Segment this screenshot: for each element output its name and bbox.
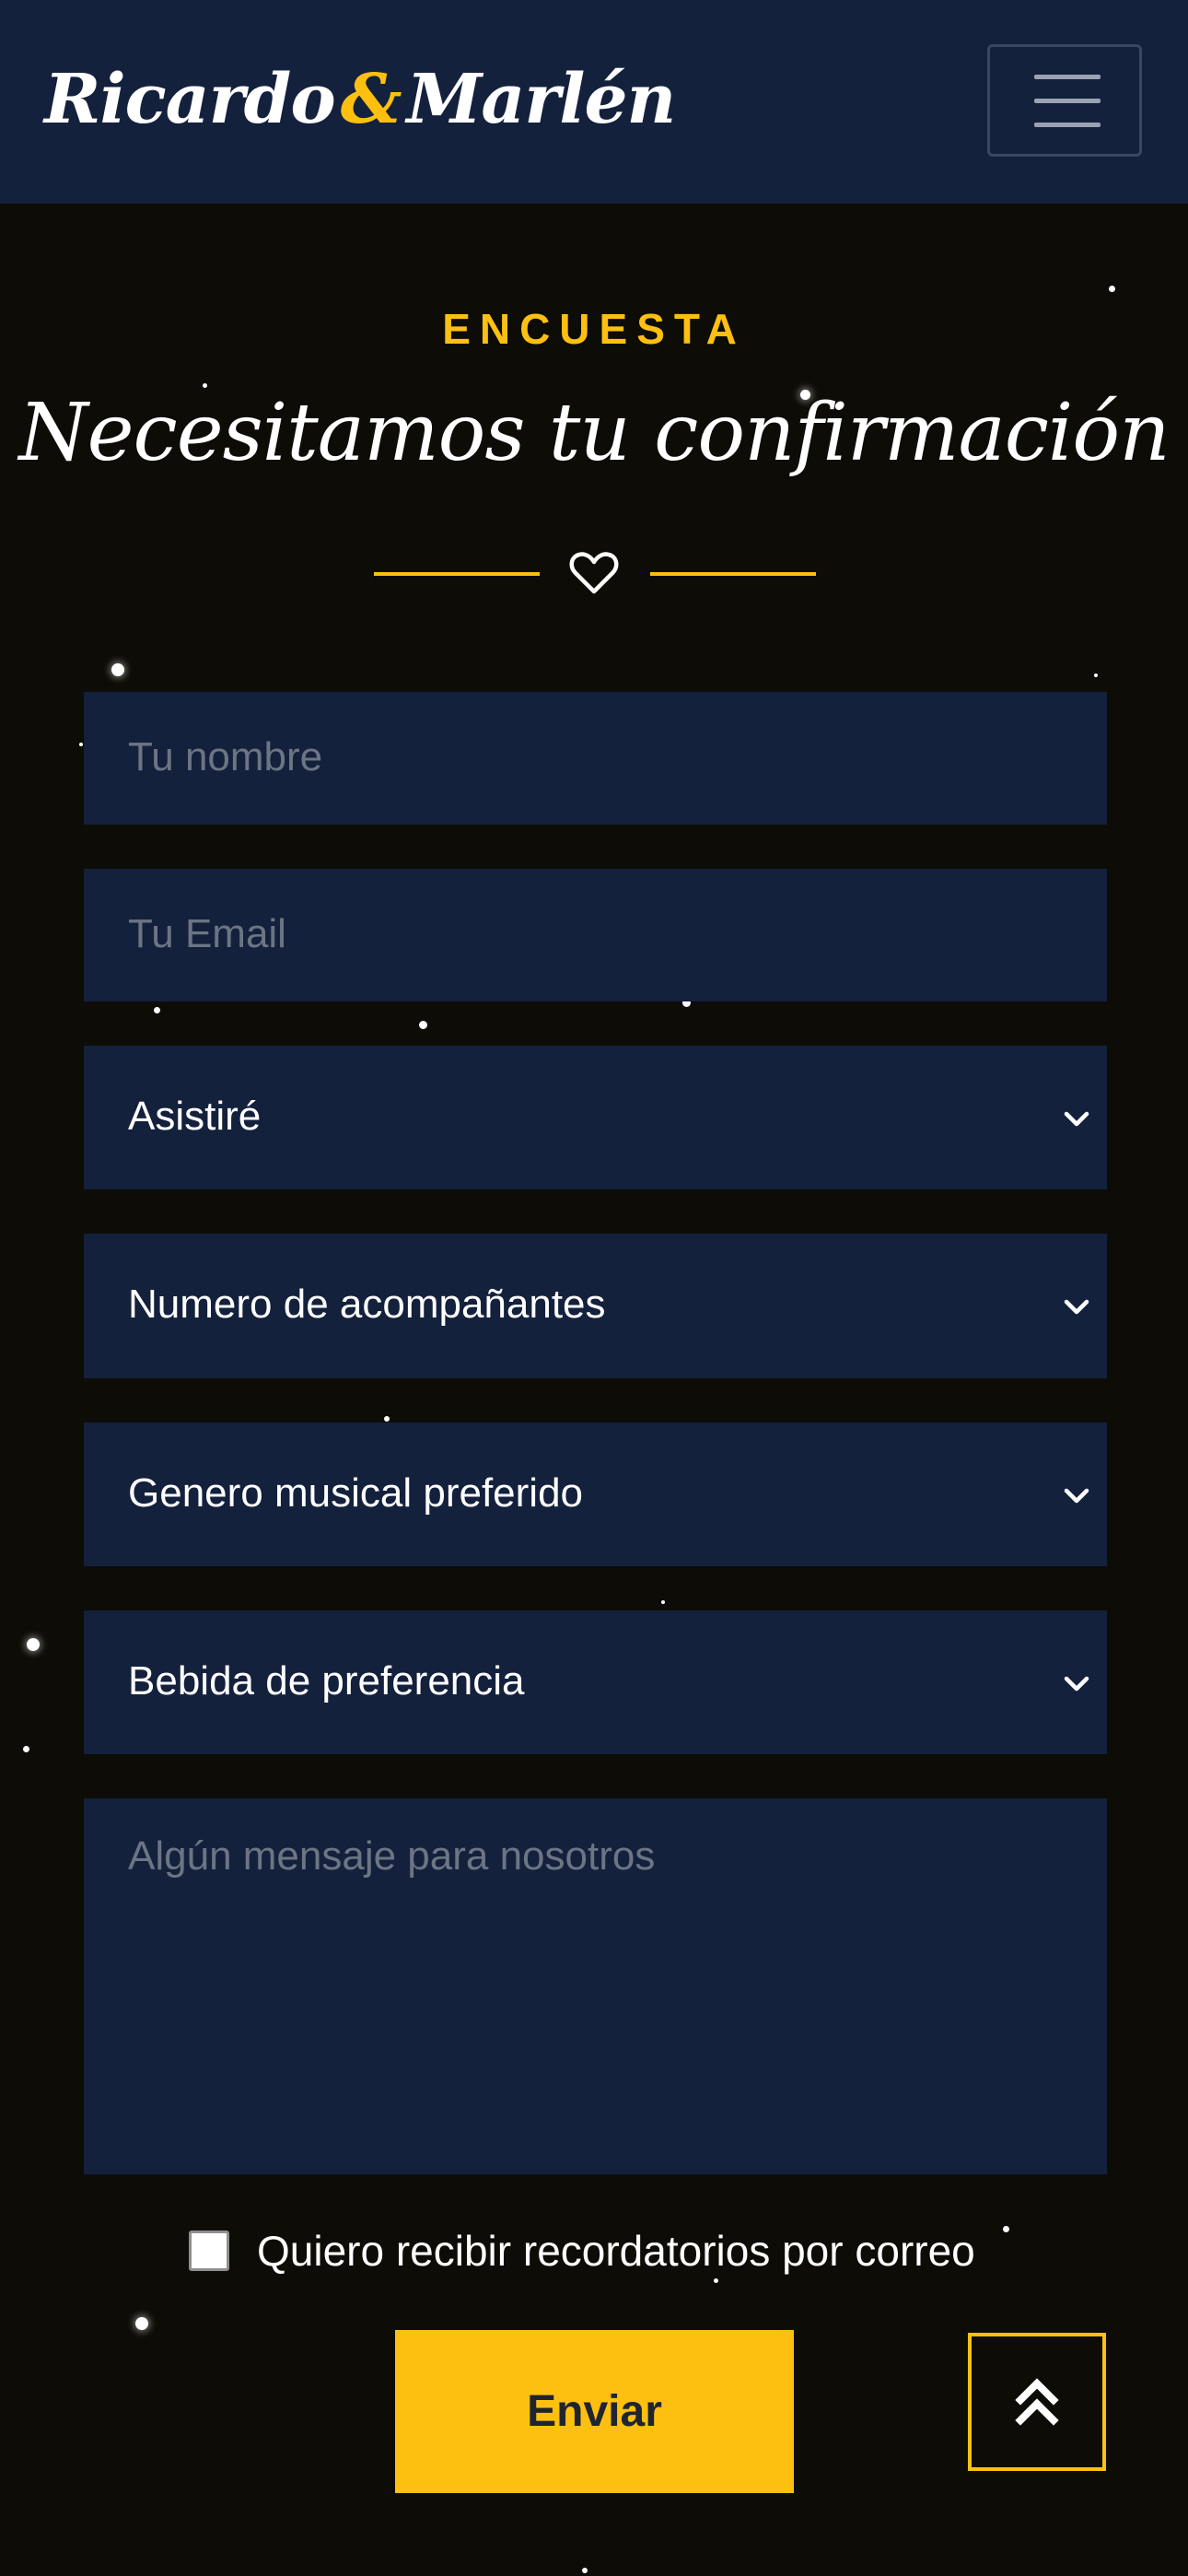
companions-select-value: Numero de acompañantes <box>128 1282 606 1327</box>
name-input[interactable]: Tu nombre <box>84 692 1107 825</box>
drink-select-value: Bebida de preferencia <box>128 1658 525 1704</box>
star-dot <box>1108 285 1115 292</box>
back-to-top-button[interactable] <box>968 2333 1106 2471</box>
chevron-down-icon <box>1064 1299 1089 1315</box>
chevron-down-icon <box>1064 1488 1089 1504</box>
brand-ampersand: & <box>340 60 402 139</box>
star-dot <box>713 2277 718 2283</box>
music-genre-select-value: Genero musical preferido <box>128 1470 584 1516</box>
brand-second-name: Marlén <box>406 60 677 139</box>
music-genre-select[interactable]: Genero musical preferido <box>84 1423 1107 1566</box>
companions-select[interactable]: Numero de acompañantes <box>84 1234 1107 1378</box>
divider-line-left <box>374 572 540 576</box>
star-dot <box>79 743 83 746</box>
star-dot <box>1002 2225 1009 2232</box>
submit-button[interactable]: Enviar <box>395 2330 794 2493</box>
chevron-down-icon <box>1064 1676 1089 1692</box>
star-dot <box>22 1745 29 1752</box>
name-placeholder: Tu nombre <box>128 734 323 779</box>
reminder-label: Quiero recibir recordatorios por correo <box>257 2227 975 2275</box>
reminder-checkbox[interactable] <box>189 2231 229 2271</box>
email-input[interactable]: Tu Email <box>84 869 1107 1001</box>
menu-toggle-button[interactable] <box>987 44 1142 157</box>
star-dot <box>1094 673 1098 677</box>
double-chevron-up-icon <box>1015 2378 1059 2426</box>
chevron-down-icon <box>1064 1111 1089 1127</box>
divider-line-right <box>650 572 816 576</box>
navbar: Ricardo & Marlén <box>0 0 1188 204</box>
star-dot <box>153 1006 160 1013</box>
email-placeholder: Tu Email <box>128 911 286 956</box>
brand-first-name: Ricardo <box>44 60 336 139</box>
star-dot <box>111 663 124 676</box>
drink-select[interactable]: Bebida de preferencia <box>84 1610 1107 1754</box>
star-dot <box>135 2317 148 2330</box>
brand-logo[interactable]: Ricardo & Marlén <box>44 44 677 155</box>
star-dot <box>418 1020 427 1029</box>
star-dot <box>384 1416 390 1422</box>
attendance-select-value: Asistiré <box>128 1094 262 1139</box>
star-dot <box>582 2568 588 2573</box>
section-title: Necesitamos tu confirmación <box>18 387 1170 479</box>
star-dot <box>27 1638 40 1651</box>
attendance-select[interactable]: Asistiré <box>84 1046 1107 1189</box>
submit-button-label: Enviar <box>527 2387 662 2436</box>
hamburger-icon <box>1034 99 1101 103</box>
section-label: ENCUESTA <box>442 305 746 353</box>
reminder-option[interactable]: Quiero recibir recordatorios por correo <box>189 2225 975 2277</box>
hamburger-icon <box>1034 75 1101 79</box>
message-textarea[interactable]: Algún mensaje para nosotros <box>84 1798 1107 2174</box>
heart-icon <box>569 552 619 594</box>
hamburger-icon <box>1034 123 1101 127</box>
message-placeholder: Algún mensaje para nosotros <box>128 1833 656 1879</box>
star-dot <box>661 1600 665 1604</box>
